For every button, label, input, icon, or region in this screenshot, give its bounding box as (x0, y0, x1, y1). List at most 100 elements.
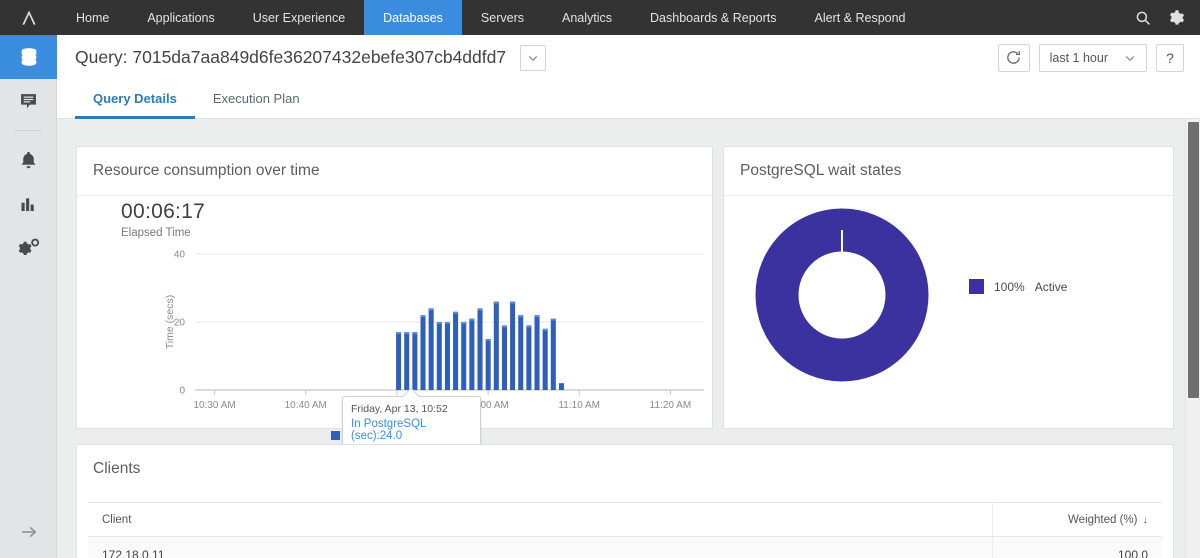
resource-consumption-card: Resource consumption over time 00:06:17 … (76, 146, 713, 450)
cell-weighted: 100.0 (992, 537, 1162, 558)
time-range-selector[interactable]: last 1 hour (1038, 43, 1147, 72)
cell-client: 172.18.0.11 (102, 547, 165, 558)
bar-10:50[interactable] (461, 322, 467, 390)
vertical-scrollbar-track[interactable] (1185, 119, 1200, 558)
rail-item-alerts[interactable] (0, 138, 57, 182)
column-header-client[interactable]: Client (88, 514, 992, 526)
content-area: Resource consumption over time 00:06:17 … (57, 119, 1200, 558)
svg-text:10:30 AM: 10:30 AM (193, 400, 235, 411)
bar-10:53[interactable] (485, 339, 491, 390)
rail-item-databases[interactable] (0, 35, 57, 79)
nav-item-list: Home Applications User Experience Databa… (57, 0, 925, 35)
rail-expand-button[interactable] (0, 512, 57, 552)
wait-states-card: PostgreSQL wait states 100% Active (723, 146, 1174, 429)
svg-text:40: 40 (174, 250, 186, 261)
nav-item-servers[interactable]: Servers (462, 0, 543, 35)
bar-11:01[interactable] (550, 318, 556, 390)
nav-item-databases[interactable]: Databases (364, 0, 462, 35)
nav-item-user-experience[interactable]: User Experience (234, 0, 364, 35)
left-sidebar-rail (0, 35, 57, 558)
clients-card-title: Clients (93, 460, 141, 477)
clients-table-header: Client Weighted (%) ↓ (88, 502, 1162, 537)
refresh-icon (1007, 51, 1021, 64)
legend-label-active: Active (1034, 279, 1068, 294)
arrow-down-icon: ↓ (1142, 513, 1149, 526)
clients-table: Client Weighted (%) ↓ 172.18.0.11 100.0 (88, 502, 1162, 558)
bar-10:49[interactable] (453, 311, 459, 390)
table-row[interactable]: 172.18.0.11 100.0 (88, 537, 1162, 558)
column-header-weighted-label: Weighted (%) (1068, 513, 1138, 526)
svg-text:Time (secs): Time (secs) (164, 295, 176, 349)
bar-10:52[interactable] (477, 308, 483, 390)
tooltip-metric: In PostgreSQL (sec):24.0 (351, 418, 427, 442)
tab-bar: Query Details Execution Plan (57, 80, 1200, 119)
chevron-down-icon (528, 55, 538, 61)
svg-text:11:10 AM: 11:10 AM (558, 400, 600, 411)
help-button[interactable]: ? (1156, 43, 1184, 72)
column-header-weighted[interactable]: Weighted (%) ↓ (992, 503, 1162, 536)
chart-tooltip: Friday, Apr 13, 10:52 In PostgreSQL (sec… (331, 387, 481, 450)
time-range-label: last 1 hour (1049, 50, 1108, 65)
bar-10:58[interactable] (526, 325, 532, 390)
bar-10:57[interactable] (518, 315, 524, 390)
tooltip-series-swatch (331, 431, 340, 440)
chevron-down-icon (1125, 55, 1135, 61)
rail-divider (14, 130, 42, 131)
search-icon[interactable] (1134, 9, 1152, 27)
clients-card: Clients Client Weighted (%) ↓ 172.18.0.1… (76, 444, 1174, 558)
bell-icon (21, 151, 36, 168)
gear-icon[interactable] (1168, 9, 1186, 27)
bar-10:56[interactable] (510, 301, 516, 390)
arrow-right-icon (21, 526, 36, 538)
bar-10:55[interactable] (501, 325, 507, 390)
tab-query-details[interactable]: Query Details (75, 80, 195, 119)
rail-item-metrics[interactable] (0, 182, 57, 226)
database-icon (21, 48, 36, 66)
tooltip-date: Friday, Apr 13, 10:52 (351, 403, 448, 415)
resource-card-title: Resource consumption over time (77, 147, 712, 196)
nav-item-analytics[interactable]: Analytics (543, 0, 631, 35)
wait-states-card-title: PostgreSQL wait states (724, 147, 1173, 196)
bar-10:43[interactable] (404, 332, 410, 390)
svg-text:11:20 AM: 11:20 AM (650, 400, 692, 411)
query-selector-dropdown[interactable] (520, 44, 547, 71)
appdynamics-logo-icon (21, 10, 36, 25)
rail-item-comments[interactable] (0, 79, 57, 123)
elapsed-time-block: 00:06:17 Elapsed Time (121, 200, 205, 239)
bar-10:44[interactable] (412, 332, 418, 390)
bar-10:59[interactable] (534, 315, 540, 390)
legend-swatch-active (969, 279, 984, 294)
bar-10:42[interactable] (396, 332, 402, 390)
page-title: Query: 7015da7aa849d6fe36207432ebefe307c… (75, 47, 507, 67)
page-header: Query: 7015da7aa849d6fe36207432ebefe307c… (57, 35, 1200, 80)
gears-icon (18, 238, 39, 256)
refresh-button[interactable] (997, 43, 1030, 72)
top-navigation-bar: Home Applications User Experience Databa… (0, 0, 1200, 35)
nav-actions (1134, 0, 1200, 35)
vertical-scrollbar-thumb[interactable] (1188, 122, 1199, 398)
nav-item-applications[interactable]: Applications (128, 0, 233, 35)
wait-states-donut-chart[interactable] (732, 207, 952, 387)
app-logo[interactable] (0, 0, 57, 35)
tab-execution-plan[interactable]: Execution Plan (195, 80, 318, 119)
bar-10:51[interactable] (469, 318, 475, 390)
rail-item-configuration[interactable] (0, 226, 57, 270)
bar-10:46[interactable] (428, 308, 434, 390)
legend-percent-active: 100% (994, 279, 1025, 294)
bar-11:00[interactable] (542, 328, 548, 390)
elapsed-time-label: Elapsed Time (121, 227, 191, 239)
bar-chart-icon (21, 197, 34, 211)
nav-item-dashboards-reports[interactable]: Dashboards & Reports (631, 0, 795, 35)
bar-10:45[interactable] (420, 315, 426, 390)
svg-text:10:40 AM: 10:40 AM (285, 400, 327, 411)
header-actions: last 1 hour ? (997, 43, 1184, 72)
nav-item-alert-respond[interactable]: Alert & Respond (795, 0, 924, 35)
bar-10:47[interactable] (436, 322, 442, 390)
wait-states-legend: 100% Active (969, 279, 1067, 294)
nav-item-home[interactable]: Home (57, 0, 128, 35)
comment-icon (21, 93, 36, 108)
elapsed-time-value: 00:06:17 (121, 200, 206, 223)
bar-trailing[interactable] (558, 383, 564, 390)
bar-10:54[interactable] (493, 301, 499, 390)
bar-10:48[interactable] (444, 322, 450, 390)
